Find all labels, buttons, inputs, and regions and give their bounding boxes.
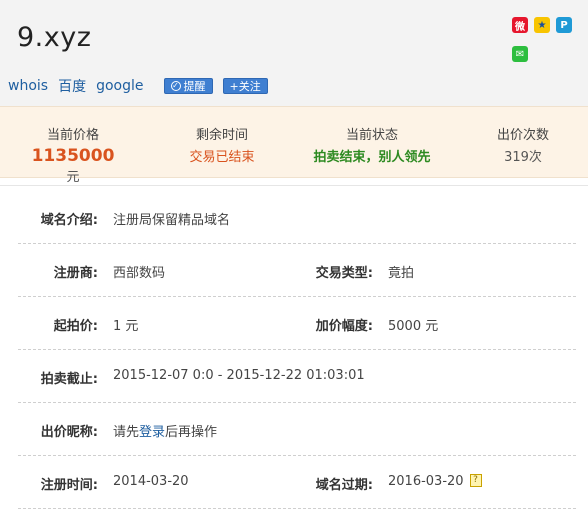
nickname-value: 请先登录后再操作	[113, 421, 217, 440]
registrar-value: 西部数码	[113, 266, 166, 281]
tencent-weibo-icon[interactable]: P	[556, 17, 572, 33]
remaining-time-label: 剩余时间	[195, 128, 248, 143]
trade-type-label: 交易类型:	[315, 266, 373, 281]
whois-link[interactable]: whois	[8, 78, 48, 94]
nickname-prefix: 请先	[113, 425, 140, 440]
current-price-value: 1135000	[31, 146, 115, 166]
qzone-icon[interactable]: ★	[534, 17, 550, 33]
remaining-time: 剩余时间 交易已结束	[172, 124, 272, 165]
registrar-label: 注册商:	[53, 266, 98, 281]
start-price-label: 起拍价:	[53, 319, 98, 334]
lookup-links: whois 百度 google ✓ 提醒 +关注	[8, 76, 268, 96]
remaining-time-value: 交易已结束	[189, 150, 255, 165]
detail-row-registrar: 注册商: 西部数码 交易类型: 竟拍	[18, 244, 576, 297]
domain-header: 9.xyz whois 百度 google ✓ 提醒 +关注 微 ★ P ✉	[0, 0, 588, 106]
follow-label: +关注	[229, 80, 261, 93]
google-link[interactable]: google	[96, 78, 143, 94]
auction-status-label: 当前状态	[345, 128, 398, 143]
bid-count-label: 出价次数	[496, 128, 549, 143]
detail-row-deadline: 拍卖截止: 2015-12-07 0:0 - 2015-12-22 01:03:…	[18, 350, 576, 403]
auction-status: 当前状态 拍卖结束，别人领先	[296, 124, 448, 165]
detail-row-nickname: 出价昵称: 请先登录后再操作	[18, 403, 576, 456]
bid-count-value: 319次	[504, 150, 542, 165]
intro-label: 域名介绍:	[40, 213, 98, 228]
detail-row-price: 起拍价: 1 元 加价幅度: 5000 元	[18, 297, 576, 350]
expire-value: 2016-03-20?	[388, 474, 482, 489]
detail-row-intro: 域名介绍: 注册局保留精品域名	[18, 191, 576, 244]
intro-value: 注册局保留精品域名	[113, 213, 231, 228]
follow-button[interactable]: +关注	[222, 78, 268, 94]
nickname-suffix: 后再操作	[165, 425, 218, 440]
help-icon[interactable]: ?	[469, 474, 482, 487]
auction-stats: 当前价格 1135000 元 剩余时间 交易已结束 当前状态 拍卖结束，别人领先…	[0, 106, 588, 185]
wechat-icon[interactable]: ✉	[512, 46, 528, 62]
remind-label: 提醒	[183, 80, 206, 93]
baidu-link[interactable]: 百度	[58, 76, 86, 96]
reg-time-label: 注册时间:	[40, 478, 98, 493]
increment-value: 5000 元	[388, 319, 439, 334]
detail-row-dates: 注册时间: 2014-03-20 域名过期: 2016-03-20?	[18, 456, 576, 509]
current-price-label: 当前价格	[46, 128, 99, 143]
start-price-value: 1 元	[113, 319, 139, 334]
deadline-value: 2015-12-07 0:0 - 2015-12-22 01:03:01	[113, 368, 365, 383]
trade-type-value: 竟拍	[388, 266, 415, 281]
auction-status-value: 拍卖结束，别人领先	[313, 150, 431, 165]
bid-count: 出价次数 319次	[486, 124, 560, 165]
expire-label: 域名过期:	[315, 478, 373, 493]
divider	[0, 185, 588, 186]
current-price: 当前价格 1135000 元	[24, 124, 122, 185]
expire-date: 2016-03-20	[388, 474, 464, 489]
login-link[interactable]: 登录	[139, 425, 165, 440]
weibo-icon[interactable]: 微	[512, 17, 528, 33]
remind-icon: ✓	[170, 81, 181, 91]
nickname-label: 出价昵称:	[40, 425, 98, 440]
deadline-label: 拍卖截止:	[40, 372, 98, 387]
reg-time-value: 2014-03-20	[113, 474, 189, 489]
remind-button[interactable]: ✓ 提醒	[163, 78, 213, 94]
current-price-unit: 元	[66, 170, 80, 185]
domain-title: 9.xyz	[17, 22, 92, 53]
increment-label: 加价幅度:	[315, 319, 373, 334]
